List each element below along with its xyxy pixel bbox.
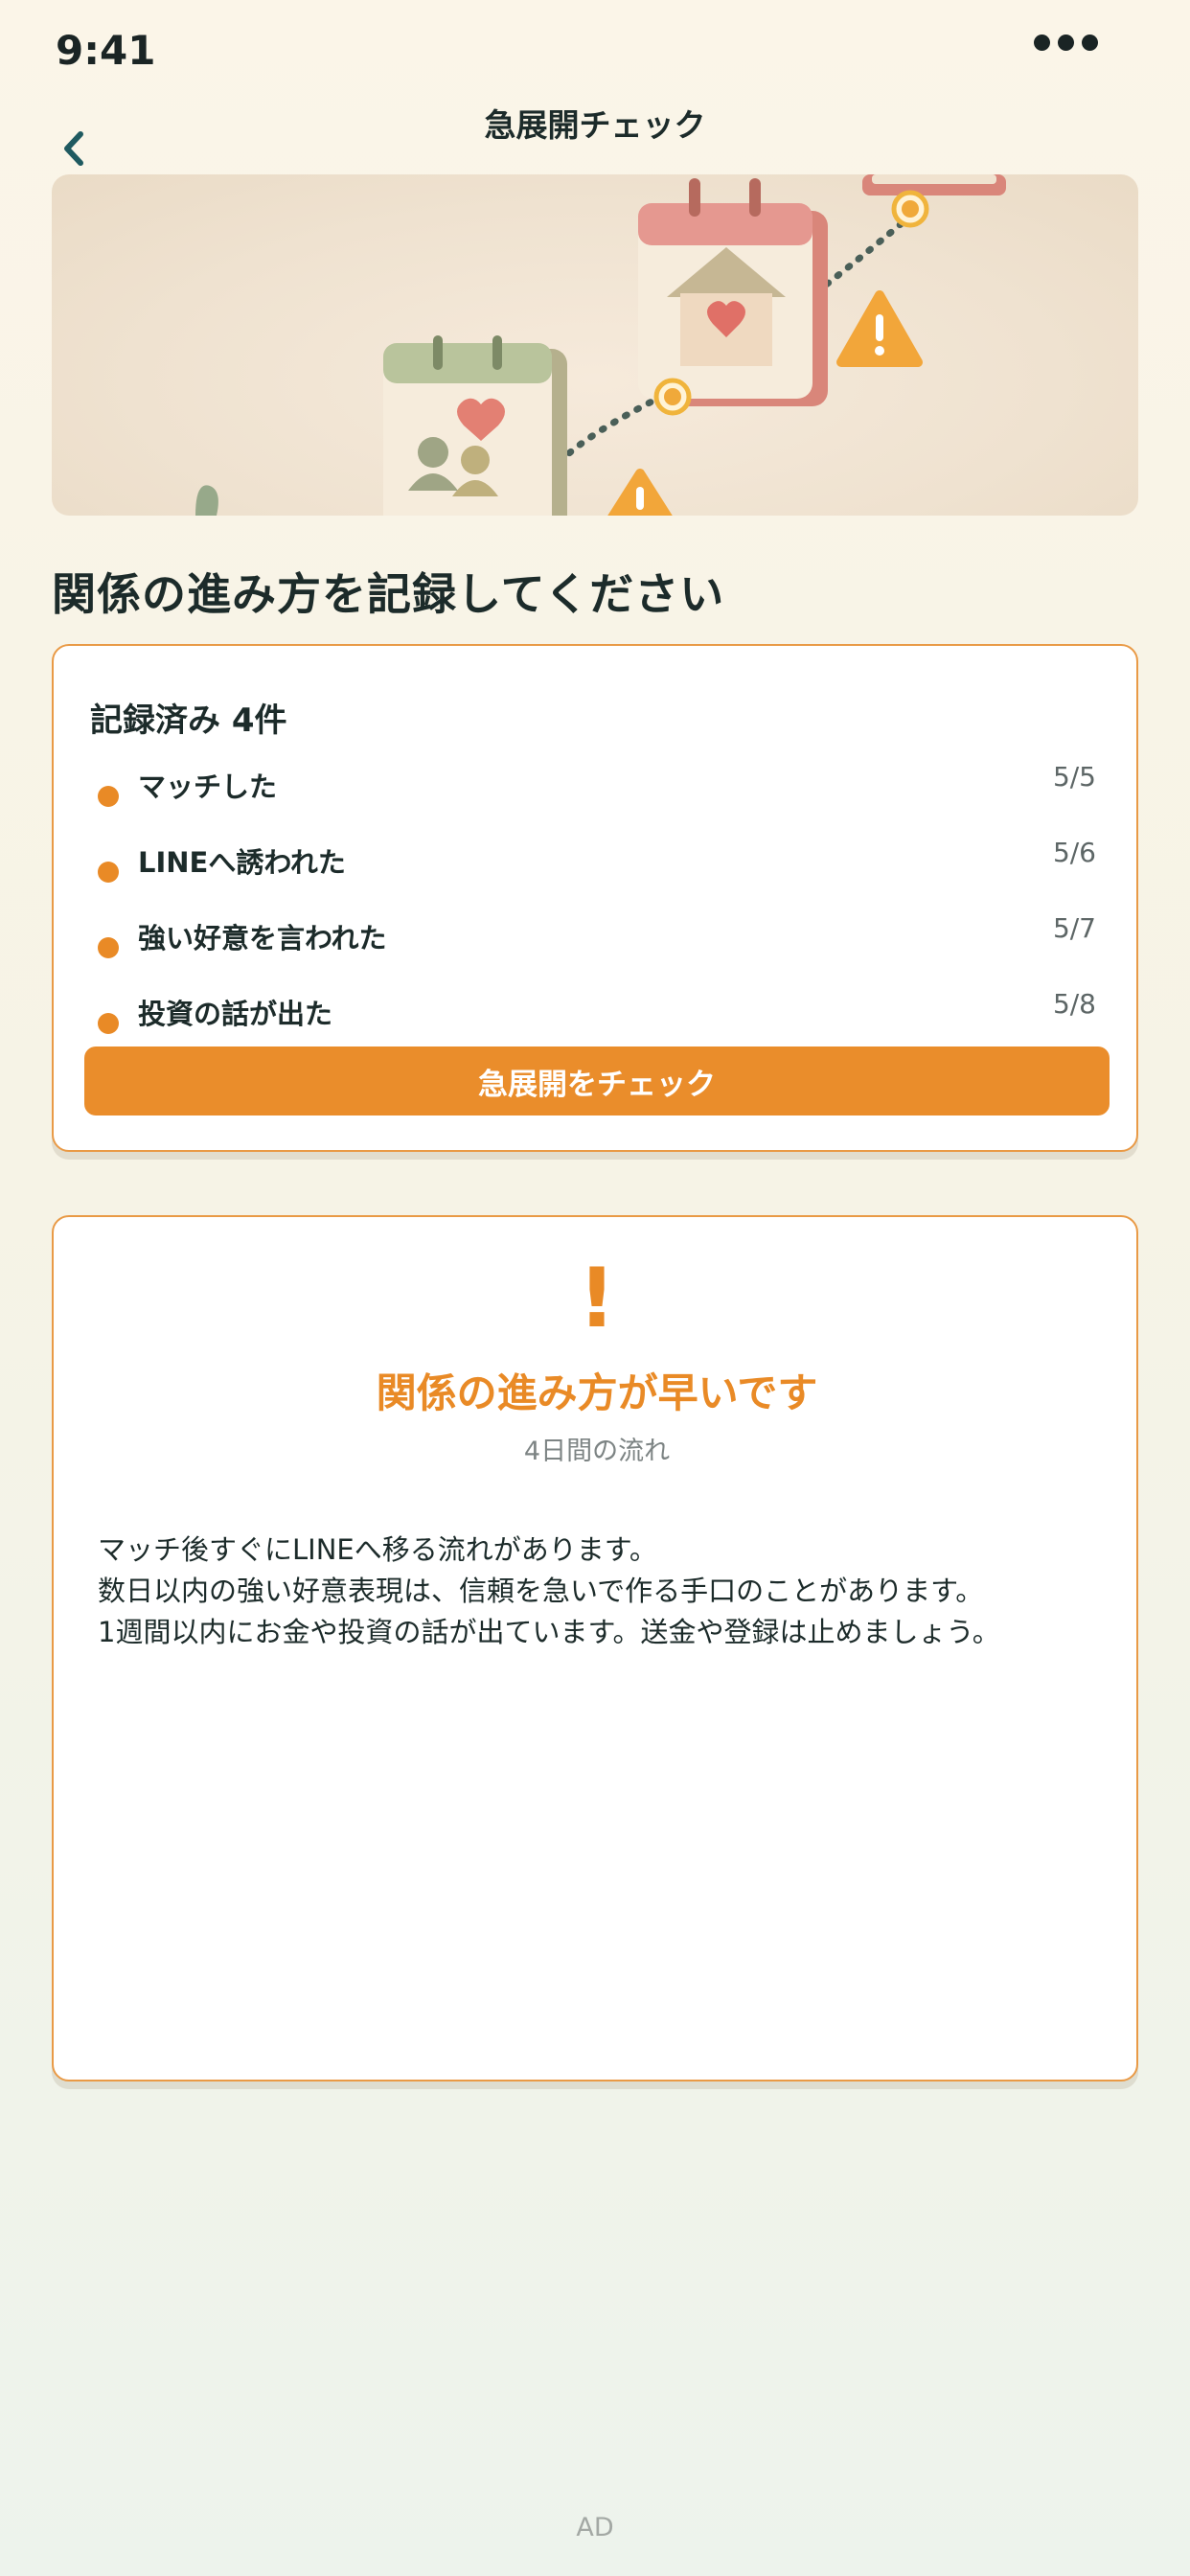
list-item[interactable]: 強い好意を言われた 5/7 — [90, 912, 1104, 992]
record-date: 5/8 — [1052, 988, 1096, 1020]
check-button[interactable]: 急展開をチェック — [84, 1046, 1110, 1116]
list-item[interactable]: マッチした 5/5 — [90, 761, 1104, 840]
record-label: マッチした — [138, 770, 278, 803]
status-dot-icon — [98, 786, 119, 807]
page-title: 急展開チェック — [484, 106, 706, 144]
result-line: 数日以内の強い好意表現は、信頼を急いで作る手口のことがあります。 — [98, 1575, 984, 1607]
warning-icon — [607, 469, 673, 516]
ad-label: AD — [576, 2513, 614, 2542]
status-dot-icon — [98, 1013, 119, 1034]
list-item[interactable]: LINEへ誘われた 5/6 — [90, 837, 1104, 916]
status-dot-icon — [98, 862, 119, 883]
status-time: 9:41 — [56, 27, 156, 74]
record-label: 強い好意を言われた — [138, 922, 387, 954]
record-date: 5/7 — [1052, 912, 1096, 944]
records-card: 記録済み 4件 マッチした 5/5 LINEへ誘われた 5/6 強い好意を言われ… — [52, 644, 1138, 1152]
back-button[interactable] — [56, 125, 94, 172]
result-title: 関係の進み方が早いです — [376, 1369, 818, 1416]
status-dot-icon — [98, 937, 119, 958]
record-label: LINEへ誘われた — [138, 846, 346, 879]
result-subtitle: 4日間の流れ — [523, 1437, 671, 1466]
section-heading: 関係の進み方を記録してください — [52, 568, 725, 620]
record-date: 5/6 — [1052, 837, 1096, 868]
record-list: マッチした 5/5 LINEへ誘われた 5/6 強い好意を言われた 5/7 投資… — [90, 761, 1104, 1068]
warning-icon — [836, 290, 923, 367]
chevron-left-icon — [64, 131, 83, 166]
calendar-people-icon — [383, 335, 567, 516]
result-line: 1週間以内にお金や投資の話が出ています。送金や登録は止めましょう。 — [98, 1616, 1000, 1648]
result-card: ! 関係の進み方が早いです 4日間の流れ マッチ後すぐにLINEへ移る流れがあり… — [52, 1215, 1138, 2082]
records-title: 記録済み 4件 — [90, 702, 287, 740]
record-label: 投資の話が出た — [138, 998, 333, 1030]
calendar-home-icon — [638, 178, 828, 406]
record-date: 5/5 — [1052, 761, 1096, 793]
more-options-icon[interactable] — [1034, 34, 1098, 51]
status-bar: 9:41 — [0, 0, 1190, 96]
hero-illustration — [52, 174, 1138, 516]
exclamation-icon: ! — [578, 1251, 616, 1346]
result-body: マッチ後すぐにLINEへ移る流れがあります。 数日以内の強い好意表現は、信頼を急… — [98, 1530, 1113, 1653]
result-line: マッチ後すぐにLINEへ移る流れがあります。 — [98, 1533, 657, 1566]
